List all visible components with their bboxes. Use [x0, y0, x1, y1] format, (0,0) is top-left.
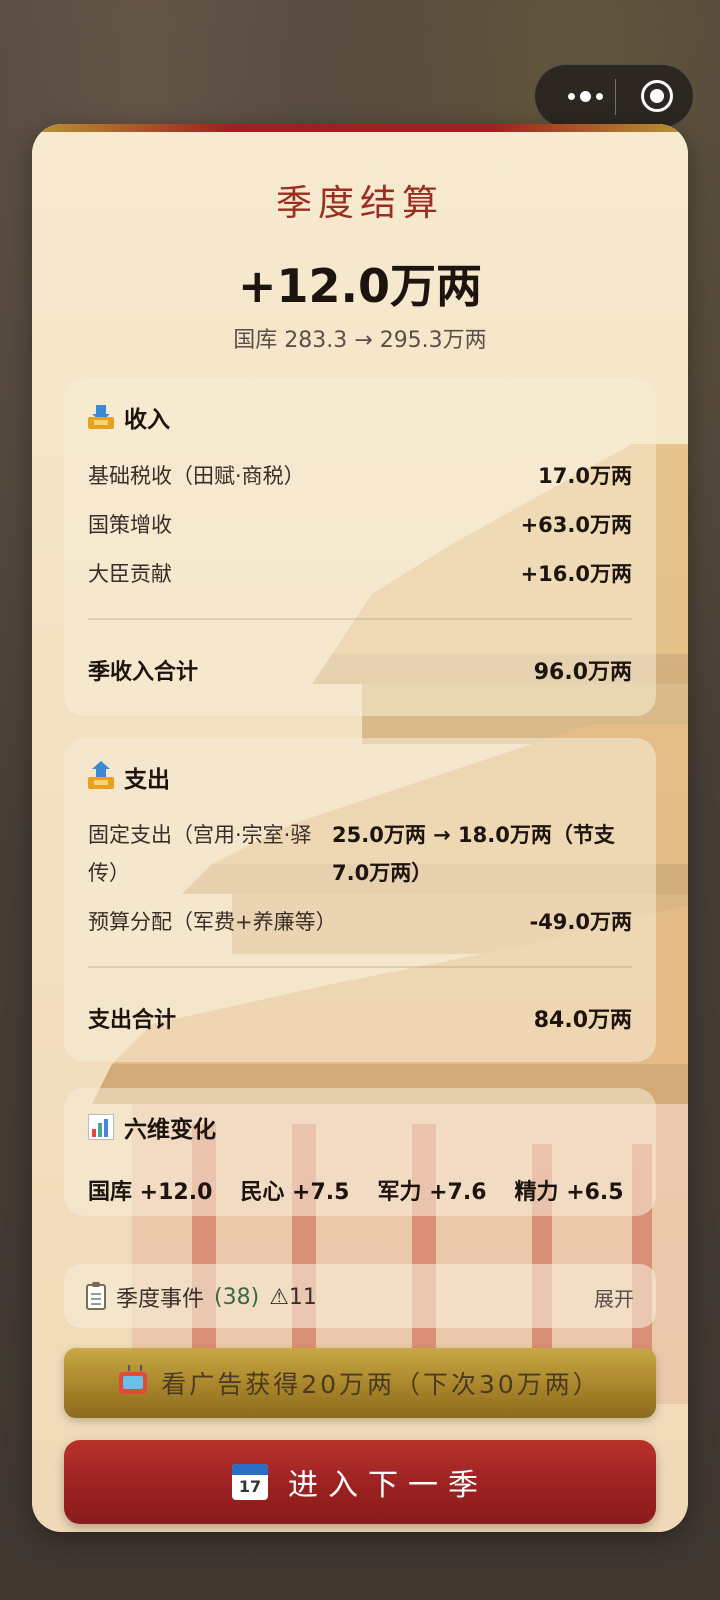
more-menu-icon[interactable] — [557, 65, 613, 127]
settlement-modal: 季度结算 +12.0万两 国库 283.3 → 295.3万两 收入 基础税收（… — [32, 124, 688, 1532]
treasury-delta: +12.0万两 — [237, 259, 483, 313]
expense-row: 固定支出（宫用·宗室·驿传） 25.0万两 → 18.0万两（节支7.0万两） — [88, 816, 632, 892]
season-events-label-group: 季度事件 (38) ⚠11 — [86, 1281, 317, 1313]
stat-public-support: 民心 +7.5 — [240, 1180, 350, 1205]
expense-row-label: 固定支出（宫用·宗室·驿传） — [88, 823, 312, 885]
expense-row-value: -49.0万两 — [529, 910, 632, 934]
card-top-border — [32, 124, 688, 132]
expense-total: 支出合计 84.0万两 — [88, 1002, 632, 1034]
next-season-button[interactable]: 17 进入下一季 — [64, 1440, 656, 1524]
page-title: 季度结算 — [275, 183, 444, 224]
stat-energy: 精力 +6.5 — [514, 1180, 624, 1205]
capsule-divider — [615, 79, 616, 115]
season-events-count: (38) — [214, 1284, 260, 1310]
income-total: 季收入合计 96.0万两 — [88, 654, 632, 686]
expense-header: 支出 — [88, 760, 170, 794]
income-header: 收入 — [88, 400, 170, 434]
expense-heading: 支出 — [124, 767, 170, 793]
income-section: 收入 基础税收（田赋·商税） 17.0万两 国策增收 +63.0万两 大臣贡献 … — [64, 378, 656, 716]
expense-row: 预算分配（军费+养廉等） -49.0万两 — [88, 906, 632, 936]
watch-ad-label: 看广告获得20万两（下次30万两） — [161, 1370, 601, 1399]
expense-divider — [88, 966, 632, 968]
expense-total-label: 支出合计 — [88, 1008, 177, 1033]
stat-treasury: 国库 +12.0 — [88, 1180, 213, 1205]
clipboard-icon — [86, 1282, 106, 1310]
calendar-icon: 17 — [232, 1464, 268, 1500]
bar-chart-icon — [88, 1114, 114, 1140]
income-row-label: 大臣贡献 — [88, 562, 172, 586]
six-dim-stats: 国库 +12.0 民心 +7.5 军力 +7.6 精力 +6.5 — [88, 1174, 624, 1206]
income-divider — [88, 618, 632, 620]
income-row-label: 国策增收 — [88, 513, 172, 537]
income-row-label: 基础税收（田赋·商税） — [88, 464, 305, 488]
watch-ad-button[interactable]: 看广告获得20万两（下次30万两） — [64, 1348, 656, 1418]
income-row: 基础税收（田赋·商税） 17.0万两 — [88, 460, 632, 490]
six-dim-header: 六维变化 — [88, 1110, 216, 1144]
expense-row-value: 25.0万两 → 18.0万两（节支7.0万两） — [332, 823, 615, 885]
expand-button[interactable]: 展开 — [594, 1283, 634, 1312]
income-row: 国策增收 +63.0万两 — [88, 509, 632, 539]
six-dim-section: 六维变化 国库 +12.0 民心 +7.5 军力 +7.6 精力 +6.5 — [64, 1088, 656, 1216]
income-heading: 收入 — [124, 407, 170, 433]
income-row: 大臣贡献 +16.0万两 — [88, 558, 632, 588]
season-events-warning: ⚠11 — [269, 1284, 317, 1310]
season-events-bar[interactable]: 季度事件 (38) ⚠11 展开 — [64, 1264, 656, 1328]
mini-program-capsule — [534, 64, 694, 128]
six-dim-heading: 六维变化 — [124, 1117, 216, 1143]
next-season-label: 进入下一季 — [288, 1468, 488, 1503]
stat-military: 军力 +7.6 — [377, 1180, 487, 1205]
income-row-value: 17.0万两 — [538, 464, 632, 488]
expense-total-value: 84.0万两 — [533, 1008, 632, 1033]
income-row-value: +63.0万两 — [520, 513, 632, 537]
income-total-label: 季收入合计 — [88, 660, 199, 685]
outbox-tray-icon — [88, 761, 114, 789]
income-row-value: +16.0万两 — [520, 562, 632, 586]
expense-section: 支出 固定支出（宫用·宗室·驿传） 25.0万两 → 18.0万两（节支7.0万… — [64, 738, 656, 1062]
treasury-change: 国库 283.3 → 295.3万两 — [233, 328, 487, 353]
inbox-tray-icon — [88, 405, 114, 429]
close-target-icon[interactable] — [641, 80, 673, 112]
television-icon — [119, 1372, 148, 1394]
season-events-label: 季度事件 — [116, 1287, 205, 1312]
expense-row-label: 预算分配（军费+养廉等） — [88, 910, 337, 934]
income-total-value: 96.0万两 — [533, 660, 632, 685]
